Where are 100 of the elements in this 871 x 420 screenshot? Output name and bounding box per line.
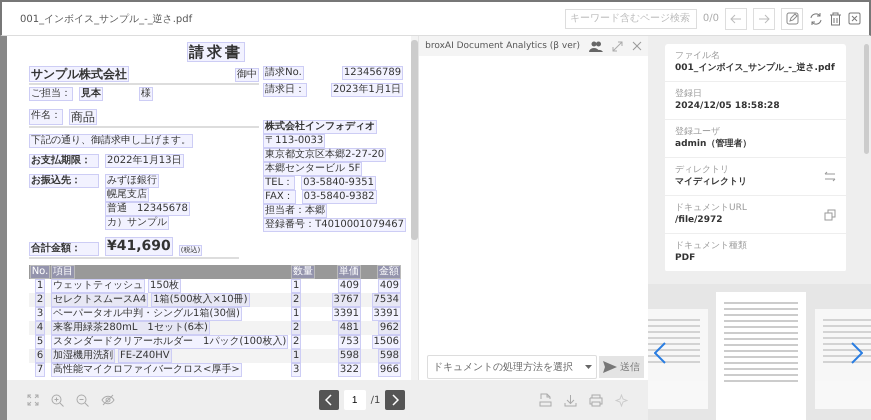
subject-label: 件名：: [29, 109, 63, 125]
table-cell: 来客用緑茶280mL 1セット(6本): [51, 321, 210, 335]
previous-match-button[interactable]: [725, 8, 747, 30]
file-title: 001_インボイス_サンプル_-_逆さ.pdf: [20, 12, 192, 26]
column-header: 項目: [51, 265, 75, 279]
sender-detail: 〒113-0033: [263, 134, 326, 148]
bank-detail: 幌尾支店: [105, 188, 149, 202]
table-cell: 409: [338, 279, 361, 293]
send-icon: [603, 361, 617, 373]
table-cell: 3767: [332, 293, 361, 307]
column-header: 数量: [291, 265, 315, 279]
chevron-right-icon[interactable]: [851, 342, 863, 364]
page-thumbnail[interactable]: [815, 309, 871, 409]
contact-suffix: 様: [139, 87, 153, 101]
pencil-icon: [786, 12, 798, 25]
column-header: No.: [30, 265, 50, 279]
table-cell: 598: [378, 349, 401, 363]
sender-detail: 03-5840-9382: [302, 190, 377, 204]
client-name: サンプル株式会社: [29, 66, 129, 82]
field-value: PDF: [675, 252, 696, 265]
due-date: 2022年1月13日: [105, 154, 184, 168]
processing-method-dropdown[interactable]: ドキュメントの処理方法を選択: [427, 355, 597, 379]
bank-detail: 普通 12345678: [105, 202, 190, 216]
field-value: 001_インボイス_サンプル_-_逆さ.pdf: [675, 62, 835, 75]
table-cell: 6: [34, 349, 46, 363]
field-value: 2024/12/05 18:58:28: [675, 100, 780, 113]
column-header: 単価: [337, 265, 361, 279]
sender-detail: 株式会社インフォディオ: [263, 120, 378, 134]
zoom-out-icon[interactable]: [76, 394, 89, 406]
sender-detail: 本郷センタービル 5F: [263, 162, 362, 176]
bank-label: お振込先：: [29, 174, 99, 188]
sparkle-icon[interactable]: [614, 394, 628, 406]
chevron-left-icon[interactable]: [654, 342, 666, 364]
table-cell: 1: [291, 349, 302, 363]
previous-page-button[interactable]: [318, 390, 339, 410]
page-total: /1: [370, 394, 380, 406]
chevron-right-icon: [391, 394, 400, 406]
client-suffix: 御中: [235, 68, 259, 82]
contact-label: ご担当：: [29, 87, 73, 101]
sender-detail: 登録番号：T4010001079467: [263, 218, 406, 232]
search-field[interactable]: キーワード含むページ検索: [564, 8, 697, 28]
meta-value: 2023年1月1日: [330, 83, 404, 97]
page-thumbnail[interactable]: [648, 309, 708, 409]
pdf-file-icon[interactable]: [538, 393, 552, 407]
arrow-right-icon: [758, 12, 770, 24]
download-icon[interactable]: [564, 394, 577, 406]
table-cell: 966: [378, 363, 401, 377]
zoom-in-icon[interactable]: [51, 394, 64, 406]
table-cell: 1箱(500枚入×10冊): [151, 293, 250, 307]
copy-icon[interactable]: [824, 208, 836, 220]
table-cell: 7534: [372, 293, 401, 307]
table-cell: 1: [291, 279, 302, 293]
field-label: ファイル名: [675, 50, 720, 62]
table-cell: FE-Z40HV: [118, 349, 172, 363]
eye-off-icon[interactable]: [101, 394, 115, 406]
people-icon[interactable]: [589, 40, 603, 52]
page-thumbnail[interactable]: [716, 292, 806, 420]
field-value: /file/2972: [675, 214, 722, 227]
edit-button[interactable]: [781, 8, 803, 30]
document-title: 請求書: [187, 42, 246, 62]
table-cell: 5: [34, 335, 46, 349]
trash-icon[interactable]: [829, 12, 842, 26]
meta-value: 123456789: [342, 66, 404, 80]
sender-detail: TEL：: [263, 176, 296, 190]
refresh-icon[interactable]: [809, 12, 823, 26]
caret-icon: [585, 365, 592, 369]
field-value: admin（管理者）: [675, 138, 752, 151]
table-cell: ウェットティッシュ: [51, 279, 145, 293]
total-label: 合計金額：: [29, 242, 99, 256]
close-icon[interactable]: [632, 41, 642, 51]
table-cell: 2: [34, 293, 46, 307]
subject-value: 商品: [69, 109, 97, 125]
table-cell: 3391: [332, 307, 361, 321]
close-icon[interactable]: [848, 12, 861, 25]
sender-detail: 担当者：本郷: [263, 204, 328, 218]
table-cell: 753: [338, 335, 361, 349]
table-cell: 2: [291, 293, 302, 307]
scrollbar-thumb[interactable]: [864, 44, 869, 154]
fullscreen-icon[interactable]: [27, 394, 39, 406]
total-amount: ¥41,690: [105, 237, 173, 256]
table-cell: 962: [378, 321, 401, 335]
table-cell: 598: [338, 349, 361, 363]
next-match-button[interactable]: [753, 8, 775, 30]
table-cell: 150枚: [148, 279, 182, 293]
printer-icon[interactable]: [588, 394, 603, 406]
page-number-field[interactable]: 1: [344, 390, 366, 410]
table-cell: 2: [291, 321, 302, 335]
scrollbar-thumb[interactable]: [411, 40, 418, 240]
table-cell: 1506: [372, 335, 401, 349]
field-label: ドキュメントURL: [675, 202, 747, 214]
bank-detail: カ）サンプル: [105, 216, 169, 230]
chevron-left-icon: [324, 394, 333, 406]
field-value: マイディレクトリ: [675, 176, 747, 189]
swap-arrows-icon[interactable]: [824, 171, 836, 182]
next-page-button[interactable]: [385, 390, 406, 410]
table-cell: 4: [34, 321, 46, 335]
expand-icon[interactable]: [612, 40, 623, 52]
table-cell: 1: [34, 279, 46, 293]
sender-detail: FAX：: [263, 190, 296, 204]
bank-detail: みずほ銀行: [105, 174, 159, 188]
